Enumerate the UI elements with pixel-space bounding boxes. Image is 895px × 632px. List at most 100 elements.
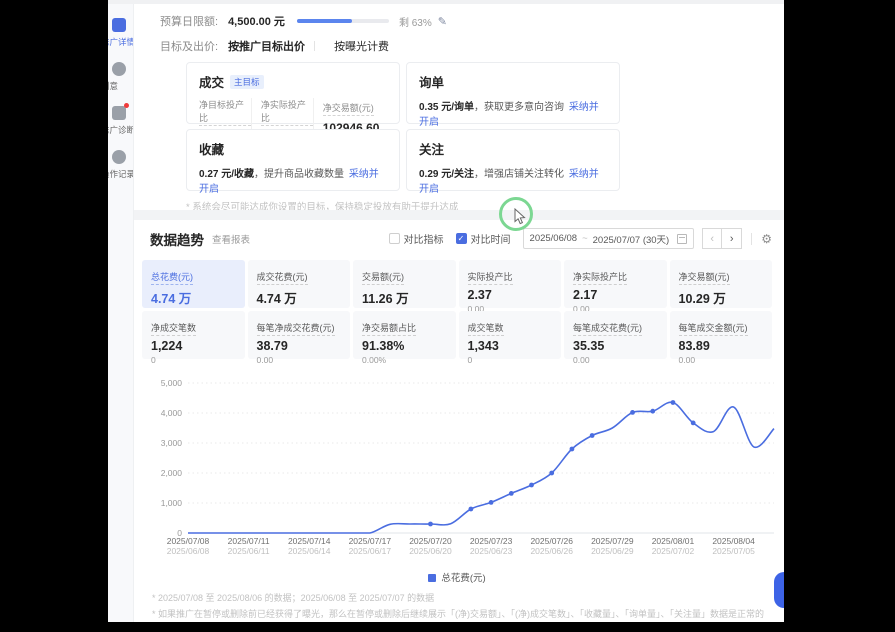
metric-tile[interactable]: 每笔净成交花费(元)38.790.00 <box>248 311 351 359</box>
svg-text:2025/06/26: 2025/06/26 <box>530 546 573 556</box>
metric-value: 38.79 <box>257 339 342 353</box>
sidebar-item[interactable]: 推广诊断 <box>108 106 133 136</box>
diagnosis-icon <box>112 106 126 120</box>
svg-text:2025/06/11: 2025/06/11 <box>228 546 270 556</box>
checkbox-unchecked[interactable] <box>389 233 400 244</box>
bidding-option-goal[interactable]: 按推广目标出价 <box>228 38 305 54</box>
svg-text:2025/07/17: 2025/07/17 <box>349 536 392 546</box>
trend-title: 数据趋势 <box>150 229 204 249</box>
metric-value: 35.35 <box>573 339 658 353</box>
chart-footnotes: * 2025/07/08 至 2025/08/06 的数据；2025/06/08… <box>152 590 772 622</box>
metric-tile[interactable]: 每笔成交花费(元)35.350.00 <box>564 311 667 359</box>
bidding-label: 目标及出价: <box>160 38 218 54</box>
metric-value: 1,343 <box>468 339 553 353</box>
idea-icon <box>112 62 126 76</box>
date-nav: ‹ › <box>702 228 742 249</box>
metric-label: 每笔成交金额(元) <box>679 321 748 336</box>
trend-controls: 对比指标 ✓ 对比时间 2025/06/08 ~ 2025/07/07 (30天… <box>389 228 772 249</box>
date-start: 2025/06/08 <box>530 233 578 244</box>
sidebar-nav: 推广详情创意推广诊断操作记录 <box>108 4 134 622</box>
settings-gear-icon[interactable]: ⚙ <box>761 232 772 246</box>
metric-label: 成交花费(元) <box>257 270 308 285</box>
app-window: 推广详情创意推广诊断操作记录 预算日限额: 4,500.00 元 剩 63% ✎… <box>108 0 784 622</box>
sidebar-item-label: 推广诊断 <box>108 124 134 136</box>
metric-value: 11.26 万 <box>362 288 447 307</box>
svg-text:2,000: 2,000 <box>161 468 183 478</box>
date-end: 2025/07/07 (30天) <box>593 232 670 246</box>
calendar-icon <box>677 234 687 244</box>
metric-label: 交易额(元) <box>362 270 404 285</box>
metric-label: 实际投产比 <box>468 270 513 285</box>
svg-text:1,000: 1,000 <box>161 498 183 508</box>
metric-value: 2.37 <box>468 288 553 302</box>
metric-tile[interactable]: 净成交笔数1,2240 <box>142 311 245 359</box>
footnote-line: * 2025/07/08 至 2025/08/06 的数据；2025/06/08… <box>152 590 772 606</box>
metric-value: 2.17 <box>573 288 658 302</box>
sidebar-item[interactable]: 创意 <box>108 62 133 92</box>
feedback-button[interactable] <box>774 572 784 608</box>
compare-time-checkbox[interactable]: ✓ 对比时间 <box>456 231 511 246</box>
next-period-button[interactable]: › <box>722 228 742 249</box>
metric-compare-value: 0 <box>468 355 553 365</box>
favorite-price: 0.27 元/收藏 <box>199 169 254 180</box>
metric-tile[interactable]: 成交花费(元)4.74 万0.00 <box>248 260 351 308</box>
budget-slider-fill <box>297 19 352 23</box>
goal-card-title: 询单 <box>419 72 444 91</box>
metric-value: 1,224 <box>151 339 236 353</box>
metric-value: 4.74 万 <box>151 288 236 307</box>
sidebar-item-label: 创意 <box>108 80 118 92</box>
svg-text:2025/06/08: 2025/06/08 <box>167 546 210 556</box>
metric-tile[interactable]: 成交笔数1,3430 <box>459 311 562 359</box>
metric-compare-value: 0 <box>151 355 236 365</box>
prev-period-button[interactable]: ‹ <box>702 228 722 249</box>
metric-tile[interactable]: 实际投产比2.370.00 <box>459 260 562 308</box>
sidebar-item[interactable]: 操作记录 <box>108 150 133 180</box>
primary-goal-badge: 主目标 <box>230 75 264 89</box>
svg-text:2025/07/23: 2025/07/23 <box>470 536 513 546</box>
date-range-picker[interactable]: 2025/06/08 ~ 2025/07/07 (30天) <box>523 228 695 249</box>
footnote-line: * 如果推广在暂停或删除前已经获得了曝光，那么在暂停或删除后继续展示「(净)交易… <box>152 606 772 622</box>
budget-slider[interactable] <box>297 19 389 23</box>
compare-metric-checkbox[interactable]: 对比指标 <box>389 231 444 246</box>
metric-tile[interactable]: 净交易额占比91.38%0.00% <box>353 311 456 359</box>
metric-label: 每笔净成交花费(元) <box>257 321 335 336</box>
svg-text:2025/07/08: 2025/07/08 <box>167 536 210 546</box>
svg-text:2025/08/04: 2025/08/04 <box>712 536 755 546</box>
goal-cards-grid: 成交 主目标 净目标投产比ⓘ 2.45✎ 净实际投产比 2.17 <box>186 62 784 191</box>
metric-value: 4.74 万 <box>257 288 342 307</box>
sidebar-item[interactable]: 推广详情 <box>108 18 133 48</box>
metric-tile[interactable]: 净交易额(元)10.29 万0.00 <box>670 260 773 308</box>
budget-remaining: 剩 63% <box>399 14 432 29</box>
checkbox-checked[interactable]: ✓ <box>456 233 467 244</box>
metric-tile[interactable]: 每笔成交金额(元)83.890.00 <box>670 311 773 359</box>
svg-text:3,000: 3,000 <box>161 438 183 448</box>
goal-card-favorite[interactable]: 收藏 0.27 元/收藏，提升商品收藏数量 采纳并开启 <box>186 129 400 191</box>
metric-tile[interactable]: 总花费(元)4.74 万0.00 <box>142 260 245 308</box>
legend-swatch <box>428 574 436 582</box>
legend-label: 总花费(元) <box>441 573 485 584</box>
metric-label: 净交易额(元) <box>679 270 730 285</box>
svg-text:2025/06/29: 2025/06/29 <box>591 546 634 556</box>
view-report-link[interactable]: 查看报表 <box>212 232 250 246</box>
edit-budget-icon[interactable]: ✎ <box>438 15 447 28</box>
svg-text:2025/07/20: 2025/07/20 <box>409 536 452 546</box>
data-trend-panel: 数据趋势 查看报表 对比指标 ✓ 对比时间 2025/06/08 <box>134 220 784 622</box>
metric-tile[interactable]: 净实际投产比2.170.00 <box>564 260 667 308</box>
bidding-option-exposure[interactable]: 按曝光计费 <box>334 38 389 54</box>
screen: 推广详情创意推广诊断操作记录 预算日限额: 4,500.00 元 剩 63% ✎… <box>0 0 895 632</box>
campaign-icon <box>112 18 126 32</box>
main-area: 预算日限额: 4,500.00 元 剩 63% ✎ 目标及出价: 按推广目标出价… <box>134 4 784 622</box>
svg-text:2025/06/17: 2025/06/17 <box>349 546 392 556</box>
divider <box>314 41 315 51</box>
goal-card-follow[interactable]: 关注 0.29 元/关注，增强店铺关注转化 采纳并开启 <box>406 129 620 191</box>
metric-value: 83.89 <box>679 339 764 353</box>
trend-metrics-row1: 总花费(元)4.74 万0.00成交花费(元)4.74 万0.00交易额(元)1… <box>142 260 772 308</box>
inquiry-price: 0.35 元/询单 <box>419 102 474 113</box>
follow-price: 0.29 元/关注 <box>419 169 474 180</box>
svg-text:2025/06/23: 2025/06/23 <box>470 546 513 556</box>
metric-compare-value: 0.00% <box>362 355 447 365</box>
goal-card-deal[interactable]: 成交 主目标 净目标投产比ⓘ 2.45✎ 净实际投产比 2.17 <box>186 62 400 124</box>
svg-text:2025/07/29: 2025/07/29 <box>591 536 634 546</box>
goal-card-inquiry[interactable]: 询单 0.35 元/询单，获取更多意向咨询 采纳并开启 <box>406 62 620 124</box>
metric-tile[interactable]: 交易额(元)11.26 万0.00 <box>353 260 456 308</box>
